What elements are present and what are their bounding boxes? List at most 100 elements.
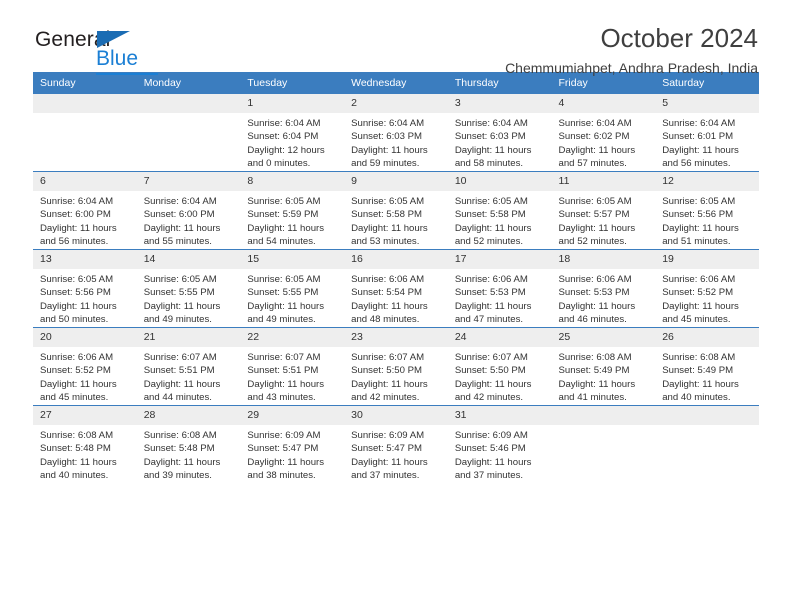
calendar-day-cell[interactable]: 18 Sunrise: 6:06 AM Sunset: 5:53 PM Dayligh…	[551, 249, 656, 328]
calendar-empty-cell	[33, 94, 137, 172]
sunset-text: Sunset: 5:58 PM	[351, 209, 423, 221]
day-number	[136, 94, 241, 113]
weekday-header-wednesday: Wednesday	[344, 72, 448, 94]
daylight-text: Daylight: 11 hours	[40, 300, 117, 312]
daylight-text: Daylight: 11 hours	[247, 300, 325, 312]
calendar-week-row: 20 Sunrise: 6:06 AM Sunset: 5:52 PM Dayligh…	[33, 327, 759, 406]
calendar-day-cell[interactable]: 22 Sunrise: 6:07 AM Sunset: 5:51 PM Dayligh…	[240, 327, 345, 406]
sunrise-text: Sunrise: 6:07 AM	[454, 352, 528, 363]
daylight-text: Daylight: 11 hours	[454, 456, 532, 468]
calendar-day-cell[interactable]: 24 Sunrise: 6:07 AM Sunset: 5:50 PM Dayligh…	[447, 327, 552, 406]
day-details: Sunrise: 6:04 AM Sunset: 6:03 PM Daylight:…	[344, 113, 448, 170]
daylight-text-cont: and 54 minutes.	[247, 235, 316, 247]
daylight-text-cont: and 53 minutes.	[351, 235, 420, 247]
day-number: 16	[344, 250, 448, 269]
general-blue-logo[interactable]: General Blue	[35, 28, 235, 76]
calendar-day-cell[interactable]: 15 Sunrise: 6:05 AM Sunset: 5:55 PM Dayligh…	[240, 249, 345, 328]
sunset-text: Sunset: 5:52 PM	[662, 287, 734, 299]
sunrise-text: Sunrise: 6:06 AM	[40, 352, 114, 363]
calendar-day-cell[interactable]: 17 Sunrise: 6:06 AM Sunset: 5:53 PM Dayligh…	[447, 249, 552, 328]
sunrise-text: Sunrise: 6:09 AM	[351, 430, 425, 441]
sunset-text: Sunset: 5:56 PM	[40, 287, 111, 299]
day-details: Sunrise: 6:08 AM Sunset: 5:48 PM Daylight:…	[137, 425, 241, 482]
sunset-text: Sunset: 5:46 PM	[454, 443, 526, 455]
calendar-day-cell[interactable]: 31 Sunrise: 6:09 AM Sunset: 5:46 PM Dayligh…	[447, 405, 552, 483]
daylight-text-cont: and 58 minutes.	[454, 157, 524, 169]
daylight-text-cont: and 52 minutes.	[454, 235, 524, 247]
daylight-text-cont: and 49 minutes.	[143, 313, 212, 325]
sunrise-text: Sunrise: 6:05 AM	[558, 196, 632, 207]
calendar-body: 1 Sunrise: 6:04 AM Sunset: 6:04 PM Daylight…	[33, 94, 759, 483]
day-number: 22	[240, 328, 345, 347]
day-details: Sunrise: 6:04 AM Sunset: 6:02 PM Daylight:…	[552, 113, 656, 170]
day-number: 9	[344, 172, 448, 191]
sunrise-text: Sunrise: 6:09 AM	[454, 430, 528, 441]
sunrise-text: Sunrise: 6:06 AM	[351, 274, 425, 285]
calendar-day-cell[interactable]: 1 Sunrise: 6:04 AM Sunset: 6:04 PM Daylight…	[240, 94, 345, 172]
sunrise-text: Sunrise: 6:05 AM	[143, 274, 217, 285]
daylight-text-cont: and 0 minutes.	[247, 157, 311, 169]
triangle-flag-icon	[97, 31, 130, 48]
calendar-day-cell[interactable]: 16 Sunrise: 6:06 AM Sunset: 5:54 PM Dayligh…	[344, 249, 448, 328]
day-details: Sunrise: 6:05 AM Sunset: 5:59 PM Daylight:…	[240, 191, 344, 248]
calendar-week-row: 6 Sunrise: 6:04 AM Sunset: 6:00 PM Daylight…	[33, 171, 759, 250]
calendar-day-cell[interactable]: 2 Sunrise: 6:04 AM Sunset: 6:03 PM Daylight…	[344, 94, 448, 172]
daylight-text: Daylight: 11 hours	[247, 222, 325, 234]
sunset-text: Sunset: 5:57 PM	[558, 209, 630, 221]
calendar-day-cell[interactable]: 3 Sunrise: 6:04 AM Sunset: 6:03 PM Daylight…	[447, 94, 552, 172]
calendar-day-cell[interactable]: 14 Sunrise: 6:05 AM Sunset: 5:55 PM Dayligh…	[136, 249, 241, 328]
calendar-day-cell[interactable]: 28 Sunrise: 6:08 AM Sunset: 5:48 PM Dayligh…	[136, 405, 241, 483]
day-details: Sunrise: 6:04 AM Sunset: 6:01 PM Daylight:…	[655, 113, 759, 170]
calendar-day-cell[interactable]: 21 Sunrise: 6:07 AM Sunset: 5:51 PM Dayligh…	[136, 327, 241, 406]
daylight-text: Daylight: 11 hours	[351, 456, 428, 468]
daylight-text-cont: and 39 minutes.	[143, 469, 212, 481]
day-number: 3	[447, 94, 552, 113]
daylight-text-cont: and 56 minutes.	[662, 157, 731, 169]
sunset-text: Sunset: 5:53 PM	[558, 287, 630, 299]
calendar-day-cell[interactable]: 13 Sunrise: 6:05 AM Sunset: 5:56 PM Dayligh…	[33, 249, 137, 328]
calendar-day-cell[interactable]: 20 Sunrise: 6:06 AM Sunset: 5:52 PM Dayligh…	[33, 327, 137, 406]
daylight-text: Daylight: 11 hours	[454, 378, 532, 390]
day-number: 21	[136, 328, 241, 347]
sunrise-text: Sunrise: 6:04 AM	[247, 118, 321, 129]
calendar-day-cell[interactable]: 9 Sunrise: 6:05 AM Sunset: 5:58 PM Daylight…	[344, 171, 448, 250]
calendar-week-row: 1 Sunrise: 6:04 AM Sunset: 6:04 PM Daylight…	[33, 94, 759, 172]
daylight-text-cont: and 40 minutes.	[40, 469, 109, 481]
daylight-text-cont: and 40 minutes.	[662, 391, 731, 403]
daylight-text: Daylight: 11 hours	[454, 144, 532, 156]
daylight-text: Daylight: 11 hours	[662, 144, 739, 156]
logo-text-blue: Blue	[96, 47, 139, 70]
daylight-text-cont: and 56 minutes.	[40, 235, 109, 247]
sunrise-text: Sunrise: 6:07 AM	[247, 352, 321, 363]
calendar-day-cell[interactable]: 11 Sunrise: 6:05 AM Sunset: 5:57 PM Dayligh…	[551, 171, 656, 250]
sunset-text: Sunset: 5:49 PM	[558, 365, 630, 377]
calendar-page: General Blue October 2024 Chemmumiahpet,…	[0, 0, 792, 612]
day-details: Sunrise: 6:04 AM Sunset: 6:00 PM Daylight:…	[33, 191, 137, 248]
day-details: Sunrise: 6:04 AM Sunset: 6:04 PM Daylight:…	[240, 113, 344, 170]
calendar-day-cell[interactable]: 5 Sunrise: 6:04 AM Sunset: 6:01 PM Daylight…	[655, 94, 759, 172]
calendar-day-cell[interactable]: 23 Sunrise: 6:07 AM Sunset: 5:50 PM Dayligh…	[344, 327, 448, 406]
calendar-day-cell[interactable]: 27 Sunrise: 6:08 AM Sunset: 5:48 PM Dayligh…	[33, 405, 137, 483]
calendar-day-cell[interactable]: 25 Sunrise: 6:08 AM Sunset: 5:49 PM Dayligh…	[551, 327, 656, 406]
calendar-day-cell[interactable]: 19 Sunrise: 6:06 AM Sunset: 5:52 PM Dayligh…	[655, 249, 759, 328]
calendar-day-cell[interactable]: 30 Sunrise: 6:09 AM Sunset: 5:47 PM Dayligh…	[344, 405, 448, 483]
calendar-day-cell[interactable]: 26 Sunrise: 6:08 AM Sunset: 5:49 PM Dayligh…	[655, 327, 759, 406]
sunset-text: Sunset: 5:47 PM	[247, 443, 319, 455]
daylight-text: Daylight: 11 hours	[351, 222, 428, 234]
calendar-day-cell[interactable]: 8 Sunrise: 6:05 AM Sunset: 5:59 PM Daylight…	[240, 171, 345, 250]
day-number: 11	[551, 172, 656, 191]
calendar-day-cell[interactable]: 12 Sunrise: 6:05 AM Sunset: 5:56 PM Dayligh…	[655, 171, 759, 250]
calendar-day-cell[interactable]: 4 Sunrise: 6:04 AM Sunset: 6:02 PM Daylight…	[551, 94, 656, 172]
calendar-day-cell[interactable]: 6 Sunrise: 6:04 AM Sunset: 6:00 PM Daylight…	[33, 171, 137, 250]
calendar-day-cell[interactable]: 10 Sunrise: 6:05 AM Sunset: 5:58 PM Dayligh…	[447, 171, 552, 250]
daylight-text-cont: and 48 minutes.	[351, 313, 420, 325]
daylight-text: Daylight: 11 hours	[351, 144, 428, 156]
sunset-text: Sunset: 5:54 PM	[351, 287, 423, 299]
calendar-day-cell[interactable]: 29 Sunrise: 6:09 AM Sunset: 5:47 PM Dayligh…	[240, 405, 345, 483]
logo-underline	[96, 73, 158, 75]
daylight-text: Daylight: 11 hours	[558, 222, 636, 234]
sunset-text: Sunset: 5:52 PM	[40, 365, 111, 377]
sunset-text: Sunset: 5:47 PM	[351, 443, 423, 455]
daylight-text-cont: and 38 minutes.	[247, 469, 316, 481]
calendar-day-cell[interactable]: 7 Sunrise: 6:04 AM Sunset: 6:00 PM Daylight…	[136, 171, 241, 250]
